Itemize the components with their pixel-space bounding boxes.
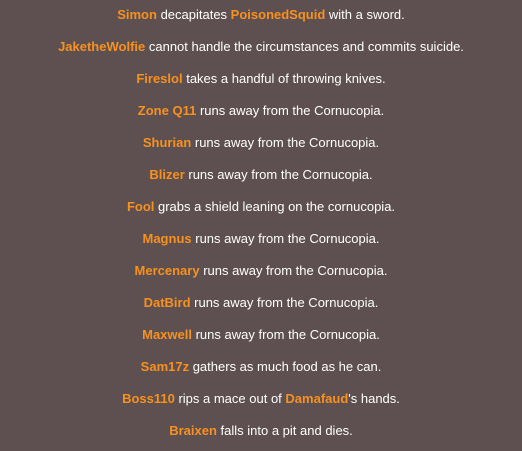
event-text: runs away from the Cornucopia. bbox=[191, 231, 380, 246]
event-text: grabs a shield leaning on the cornucopia… bbox=[154, 199, 396, 214]
event-line: Mercenary runs away from the Cornucopia. bbox=[0, 263, 522, 279]
player-name: Simon bbox=[117, 7, 157, 22]
player-name: Fireslol bbox=[136, 71, 183, 86]
player-name: Magnus bbox=[142, 231, 192, 246]
event-line: Fool grabs a shield leaning on the cornu… bbox=[0, 199, 522, 215]
event-text: 's hands. bbox=[348, 391, 400, 406]
event-line: Simon decapitates PoisonedSquid with a s… bbox=[0, 7, 522, 23]
player-name: Mercenary bbox=[134, 263, 200, 278]
event-line: Blizer runs away from the Cornucopia. bbox=[0, 167, 522, 183]
event-line: Magnus runs away from the Cornucopia. bbox=[0, 231, 522, 247]
player-name: JaketheWolfie bbox=[58, 39, 146, 54]
player-name: Boss110 bbox=[122, 391, 175, 406]
event-text: runs away from the Cornucopia. bbox=[196, 103, 385, 118]
player-name: DatBird bbox=[143, 295, 191, 310]
player-name: Braixen bbox=[169, 423, 217, 438]
event-text: runs away from the Cornucopia. bbox=[184, 167, 373, 182]
event-line: JaketheWolfie cannot handle the circumst… bbox=[0, 39, 522, 55]
event-line: DatBird runs away from the Cornucopia. bbox=[0, 295, 522, 311]
player-name: Zone Q11 bbox=[137, 103, 197, 118]
player-name: Blizer bbox=[149, 167, 185, 182]
event-text: falls into a pit and dies. bbox=[216, 423, 353, 438]
event-text: runs away from the Cornucopia. bbox=[191, 327, 380, 342]
event-text: decapitates bbox=[156, 7, 231, 22]
event-text: runs away from the Cornucopia. bbox=[191, 135, 380, 150]
event-line: Maxwell runs away from the Cornucopia. bbox=[0, 327, 522, 343]
event-log: Simon decapitates PoisonedSquid with a s… bbox=[0, 0, 522, 451]
player-name: Shurian bbox=[142, 135, 192, 150]
event-line: Zone Q11 runs away from the Cornucopia. bbox=[0, 103, 522, 119]
event-text: runs away from the Cornucopia. bbox=[199, 263, 388, 278]
event-line: Braixen falls into a pit and dies. bbox=[0, 423, 522, 439]
event-text: gathers as much food as he can. bbox=[189, 359, 382, 374]
event-line: Boss110 rips a mace out of Damafaud's ha… bbox=[0, 391, 522, 407]
event-line: Sam17z gathers as much food as he can. bbox=[0, 359, 522, 375]
player-name: Maxwell bbox=[142, 327, 192, 342]
event-text: rips a mace out of bbox=[174, 391, 286, 406]
player-name: Damafaud bbox=[285, 391, 349, 406]
event-text: takes a handful of throwing knives. bbox=[182, 71, 386, 86]
event-line: Fireslol takes a handful of throwing kni… bbox=[0, 71, 522, 87]
event-line: Shurian runs away from the Cornucopia. bbox=[0, 135, 522, 151]
player-name: PoisonedSquid bbox=[230, 7, 326, 22]
event-text: cannot handle the circumstances and comm… bbox=[145, 39, 464, 54]
event-text: with a sword. bbox=[325, 7, 405, 22]
player-name: Sam17z bbox=[140, 359, 190, 374]
event-text: runs away from the Cornucopia. bbox=[190, 295, 379, 310]
player-name: Fool bbox=[126, 199, 155, 214]
